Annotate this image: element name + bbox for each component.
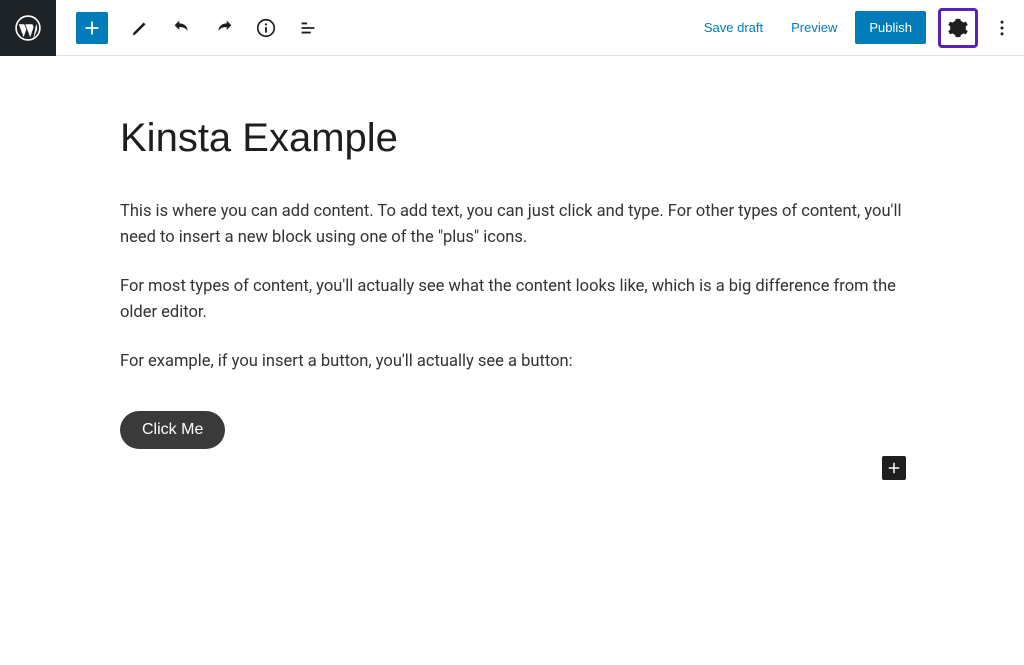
outline-icon[interactable] [290,10,326,46]
wordpress-logo-icon[interactable] [0,0,56,56]
paragraph-block[interactable]: For most types of content, you'll actual… [120,274,904,325]
post-content: This is where you can add content. To ad… [120,199,904,449]
content-button-block[interactable]: Click Me [120,411,225,449]
undo-icon[interactable] [164,10,200,46]
info-icon[interactable] [248,10,284,46]
gear-icon [947,17,969,39]
add-block-button[interactable] [76,12,108,44]
redo-icon[interactable] [206,10,242,46]
add-block-inline-button[interactable] [882,456,906,480]
preview-button[interactable]: Preview [781,12,847,43]
paragraph-block[interactable]: This is where you can add content. To ad… [120,199,904,250]
edit-mode-icon[interactable] [122,10,158,46]
more-options-button[interactable] [988,10,1016,46]
publish-button[interactable]: Publish [855,11,926,44]
save-draft-button[interactable]: Save draft [694,12,773,43]
settings-button[interactable] [938,8,978,48]
post-title[interactable]: Kinsta Example [120,116,904,161]
toolbar-right-actions: Save draft Preview Publish [694,8,1016,48]
paragraph-block[interactable]: For example, if you insert a button, you… [120,349,904,375]
editor-toolbar: Save draft Preview Publish [0,0,1024,56]
kebab-icon [992,18,1012,38]
plus-icon [885,459,903,477]
tool-icons-group [122,10,326,46]
editor-content-area: Kinsta Example This is where you can add… [0,56,1024,489]
